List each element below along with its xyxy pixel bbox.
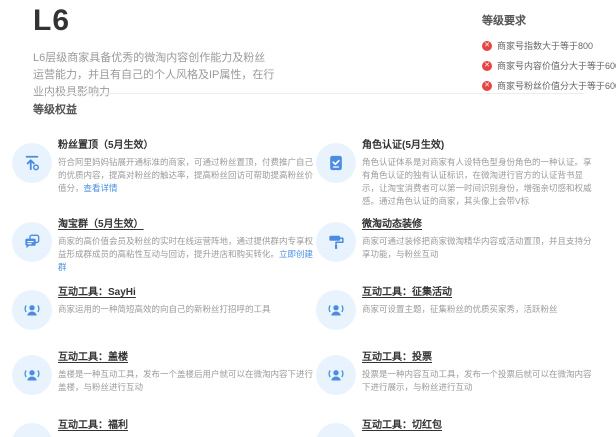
requirement-text: 商家号粉丝价值分大于等于600	[497, 79, 616, 92]
benefit-description: 角色认证体系是对商家有人设特色型身份角色的一种认证。享有角色认证的独有认证标识，…	[362, 156, 598, 208]
benefit-title-link[interactable]: 互动工具：SayHi	[58, 283, 136, 298]
benefit-description: 商家可通过装修把商家微淘精华内容或活动置顶，并且支持分享功能，与粉丝互动	[362, 235, 598, 261]
benefit-item: 角色认证(5月生效) 角色认证体系是对商家有人设特色型身份角色的一种认证。享有角色…	[316, 133, 598, 208]
benefit-description-text: 盖楼是一种互动工具，发布一个盖楼后用户就可以在微淘内容下进行盖楼，与粉丝进行互动	[58, 369, 313, 392]
requirements-list: ✕ 商家号指数大于等于800 ✕ 商家号内容价值分大于等于600 ✕ 商家号粉丝价值分大于…	[482, 39, 616, 92]
requirement-text: 商家号指数大于等于800	[497, 39, 593, 52]
benefit-description: 符合阿里妈妈钻展开通标准的商家，可通过粉丝置顶，付费推广自己的优质内容，提高对粉…	[58, 156, 316, 195]
benefit-title-link[interactable]: 互动工具：盖楼	[58, 348, 128, 363]
person-waves-icon	[316, 423, 356, 437]
benefit-title-link[interactable]: 互动工具：征集活动	[362, 283, 452, 298]
benefit-text-block: 互动工具：盖楼盖楼是一种互动工具，发布一个盖楼后用户就可以在微淘内容下进行盖楼，…	[58, 345, 316, 394]
page-title: L6	[33, 4, 70, 38]
badge-check-icon	[316, 143, 356, 183]
benefit-title-link[interactable]: 微淘动态装修	[362, 215, 422, 230]
section-divider	[33, 93, 584, 94]
benefit-text-block: 互动工具：SayHi 商家运用的一种简短高效的向自己的新粉丝打招呼的工具	[58, 280, 316, 316]
benefit-item: 微淘动态装修商家可通过装修把商家微淘精华内容或活动置顶，并且支持分享功能，与粉丝…	[316, 212, 598, 262]
benefit-description: 商家运用的一种简短高效的向自己的新粉丝打招呼的工具	[58, 303, 316, 316]
benefit-item: 互动工具：切红包	[316, 413, 598, 437]
requirement-text: 商家号内容价值分大于等于600	[497, 59, 616, 72]
benefit-item: 互动工具：福利	[12, 413, 316, 437]
error-cross-icon: ✕	[482, 81, 492, 91]
benefit-title-link[interactable]: 粉丝置顶（5月生效）	[58, 136, 154, 151]
benefit-title-link[interactable]: 淘宝群（5月生效）	[58, 215, 144, 230]
person-waves-icon	[12, 355, 52, 395]
benefit-description-text: 商家可通过装修把商家微淘精华内容或活动置顶，并且支持分享功能，与粉丝互动	[362, 236, 592, 259]
requirement-item: ✕ 商家号内容价值分大于等于600	[482, 59, 616, 72]
benefits-section-title: 等级权益	[33, 101, 77, 117]
person-waves-icon	[12, 290, 52, 330]
benefit-item: 互动工具：投票投票是一种内容互动工具，发布一个投票后就可以在微淘内容下进行展示，…	[316, 345, 598, 395]
requirements-panel: 等级要求 ✕ 商家号指数大于等于800 ✕ 商家号内容价值分大于等于600 ✕ 商家号粉丝…	[482, 12, 616, 99]
pin-to-top-icon	[12, 143, 52, 183]
benefit-text-block: 互动工具：福利	[58, 413, 316, 436]
benefit-text-block: 粉丝置顶（5月生效） 符合阿里妈妈钻展开通标准的商家，可通过粉丝置顶，付费推广自己…	[58, 133, 316, 195]
benefit-description: 盖楼是一种互动工具，发布一个盖楼后用户就可以在微淘内容下进行盖楼，与粉丝进行互动	[58, 368, 316, 394]
benefit-text-block: 淘宝群（5月生效） 商家的高价值会员及粉丝的实时在线运营阵地，通过提供群内专享权益…	[58, 212, 316, 274]
requirements-title: 等级要求	[482, 12, 616, 28]
page: L6 L6层级商家具备优秀的微淘内容创作能力及粉丝运营能力，并且有自己的个人风格…	[0, 0, 616, 437]
benefit-description-text: 商家运用的一种简短高效的向自己的新粉丝打招呼的工具	[58, 304, 271, 314]
person-waves-icon	[12, 423, 52, 437]
benefit-title-link[interactable]: 互动工具：投票	[362, 348, 432, 363]
benefit-text-block: 互动工具：征集活动商家可设置主题，征集粉丝的优质买家秀，活跃粉丝	[362, 280, 598, 316]
benefit-description-text: 商家的高价值会员及粉丝的实时在线运营阵地，通过提供群内专享权益形成群成员的高粘性…	[58, 236, 313, 259]
benefit-item: 淘宝群（5月生效） 商家的高价值会员及粉丝的实时在线运营阵地，通过提供群内专享权益…	[12, 212, 316, 274]
requirement-item: ✕ 商家号指数大于等于800	[482, 39, 616, 52]
benefit-item: 互动工具：SayHi 商家运用的一种简短高效的向自己的新粉丝打招呼的工具	[12, 280, 316, 330]
benefit-text-block: 微淘动态装修商家可通过装修把商家微淘精华内容或活动置顶，并且支持分享功能，与粉丝…	[362, 212, 598, 261]
benefit-inline-link[interactable]: 查看详情	[84, 183, 118, 193]
benefit-description: 商家的高价值会员及粉丝的实时在线运营阵地，通过提供群内专享权益形成群成员的高粘性…	[58, 235, 316, 274]
benefit-description-text: 商家可设置主题，征集粉丝的优质买家秀，活跃粉丝	[362, 304, 558, 314]
paint-roller-icon	[316, 222, 356, 262]
benefit-description-text: 投票是一种内容互动工具，发布一个投票后就可以在微淘内容下进行展示，与粉丝进行互动	[362, 369, 592, 392]
error-cross-icon: ✕	[482, 41, 492, 51]
benefit-description: 商家可设置主题，征集粉丝的优质买家秀，活跃粉丝	[362, 303, 598, 316]
benefit-text-block: 互动工具：切红包	[362, 413, 598, 436]
benefit-text-block: 角色认证(5月生效) 角色认证体系是对商家有人设特色型身份角色的一种认证。享有角色…	[362, 133, 598, 208]
benefit-title-link[interactable]: 互动工具：切红包	[362, 416, 442, 431]
benefit-item: 互动工具：征集活动商家可设置主题，征集粉丝的优质买家秀，活跃粉丝	[316, 280, 598, 330]
person-waves-icon	[316, 290, 356, 330]
benefit-description-text: 角色认证体系是对商家有人设特色型身份角色的一种认证。享有角色认证的独有认证标识，…	[362, 157, 592, 206]
benefit-title-link[interactable]: 互动工具：福利	[58, 416, 128, 431]
benefit-text-block: 互动工具：投票投票是一种内容互动工具，发布一个投票后就可以在微淘内容下进行展示，…	[362, 345, 598, 394]
benefit-item: 粉丝置顶（5月生效） 符合阿里妈妈钻展开通标准的商家，可通过粉丝置顶，付费推广自己…	[12, 133, 316, 195]
chat-bubbles-icon	[12, 222, 52, 262]
benefit-description: 投票是一种内容互动工具，发布一个投票后就可以在微淘内容下进行展示，与粉丝进行互动	[362, 368, 598, 394]
benefit-item: 互动工具：盖楼盖楼是一种互动工具，发布一个盖楼后用户就可以在微淘内容下进行盖楼，…	[12, 345, 316, 395]
benefit-title-link[interactable]: 角色认证(5月生效)	[362, 136, 444, 151]
requirement-item: ✕ 商家号粉丝价值分大于等于600	[482, 79, 616, 92]
person-waves-icon	[316, 355, 356, 395]
error-cross-icon: ✕	[482, 61, 492, 71]
